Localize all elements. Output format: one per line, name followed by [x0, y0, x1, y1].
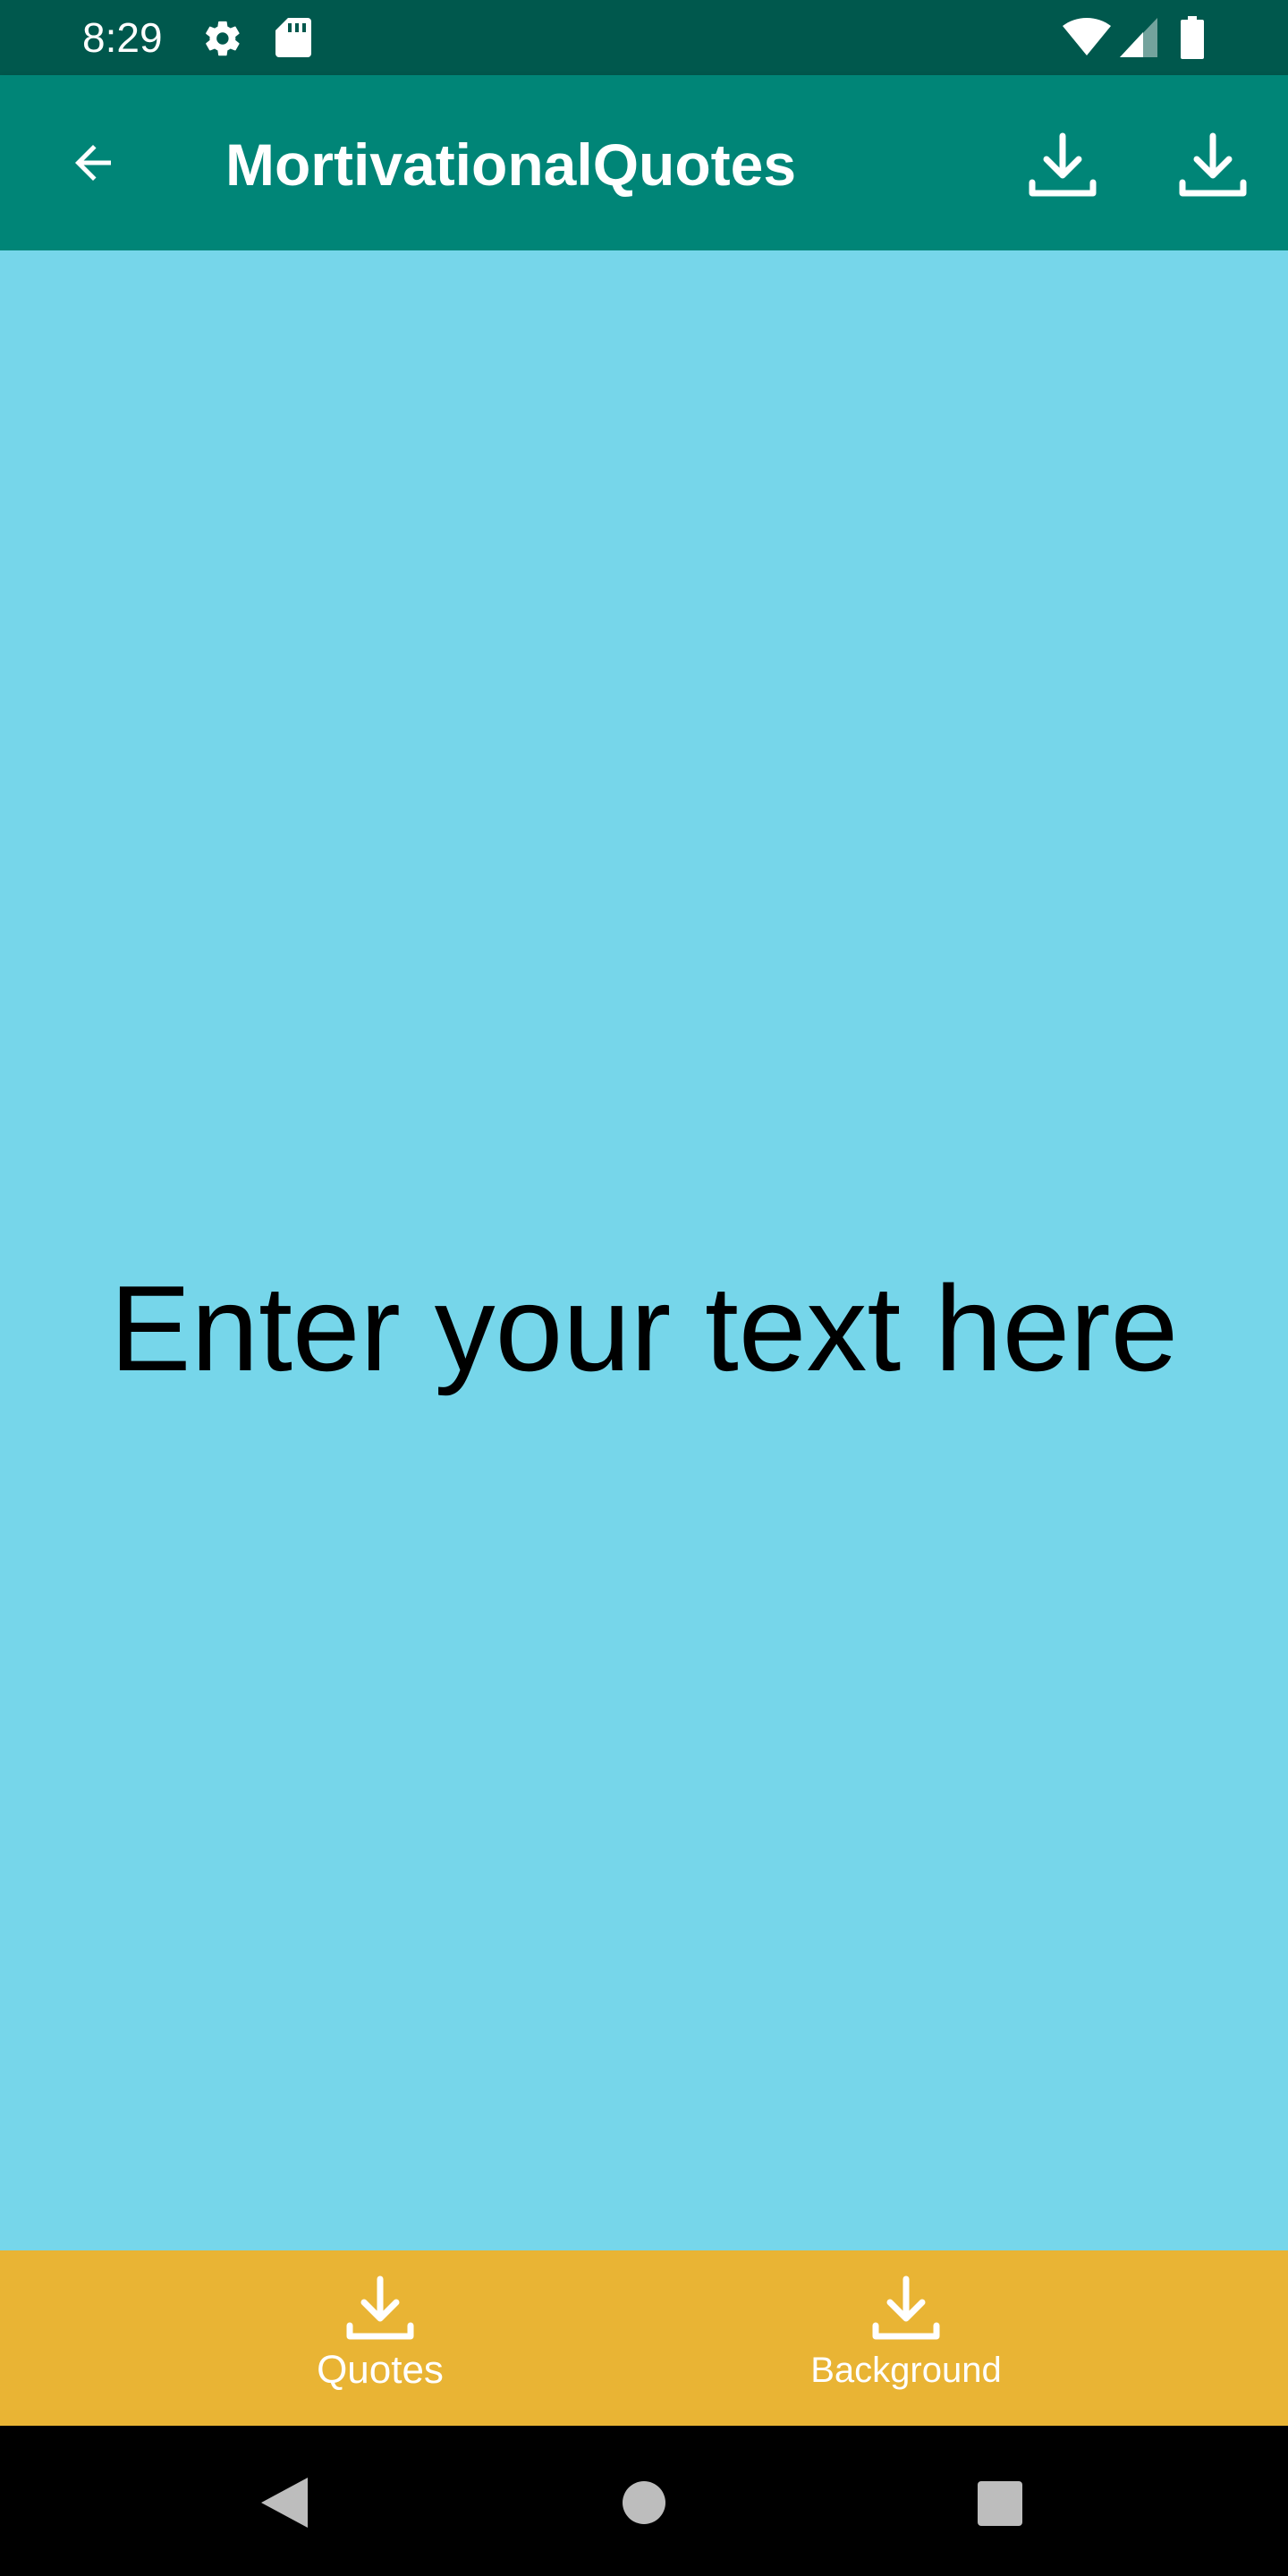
battery-icon	[1181, 16, 1204, 59]
download-icon	[346, 2275, 414, 2340]
nav-label-quotes: Quotes	[317, 2348, 444, 2392]
download-icon	[1179, 132, 1247, 197]
back-triangle-icon[interactable]	[258, 2474, 311, 2531]
status-bar: 8:29	[0, 0, 1288, 75]
gear-icon	[206, 21, 240, 56]
status-time: 8:29	[82, 14, 163, 61]
wifi-icon	[1063, 18, 1111, 55]
home-circle-icon[interactable]	[621, 2479, 667, 2526]
quote-text[interactable]: Enter your text here	[0, 1261, 1288, 1395]
nav-item-background[interactable]: Background	[727, 2250, 1085, 2426]
app-title: MortivationalQuotes	[225, 131, 797, 198]
system-navigation-bar	[0, 2426, 1288, 2576]
app-bar: MortivationalQuotes	[0, 75, 1288, 250]
arrow-back-icon	[75, 145, 111, 181]
nav-label-background: Background	[810, 2351, 1002, 2390]
download-icon	[872, 2275, 940, 2340]
quote-canvas[interactable]: Enter your text here	[0, 250, 1288, 2250]
download-icon	[1029, 132, 1097, 197]
bottom-navigation: Quotes Background	[0, 2250, 1288, 2426]
download-action-button-2[interactable]	[1168, 120, 1258, 209]
nav-item-quotes[interactable]: Quotes	[201, 2250, 559, 2426]
app-screen: 8:29 MortivationalQuotes Enter your text…	[0, 0, 1288, 2576]
recents-square-icon[interactable]	[976, 2479, 1024, 2528]
download-action-button-1[interactable]	[1018, 120, 1107, 209]
sd-card-icon	[275, 18, 311, 57]
cell-signal-icon	[1120, 18, 1157, 57]
back-button[interactable]	[50, 120, 136, 206]
